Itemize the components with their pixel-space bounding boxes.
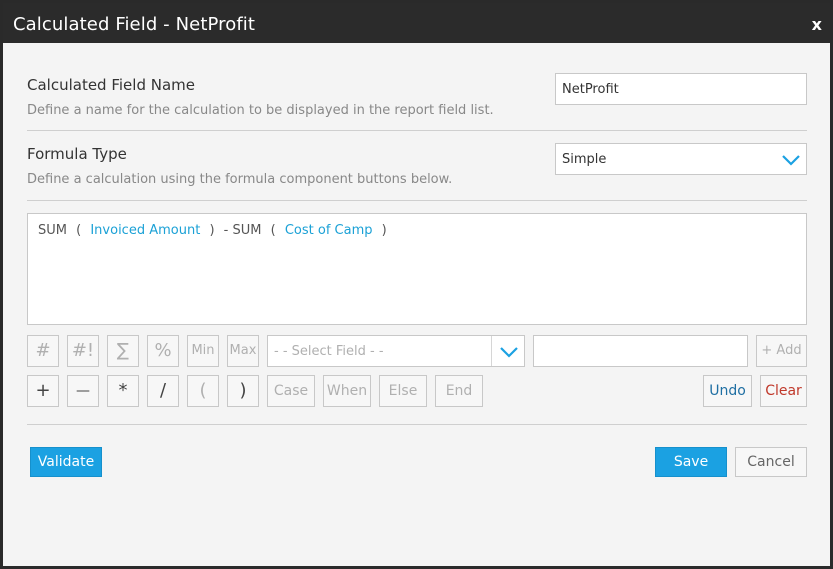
multiply-button[interactable]: * [107,375,139,407]
divider [27,424,807,425]
max-button[interactable]: Max [227,335,259,367]
formula-type-description: Define a calculation using the formula c… [27,172,453,187]
clear-button[interactable]: Clear [760,375,807,407]
formula-type-label: Formula Type [27,145,127,163]
else-button[interactable]: Else [379,375,427,407]
divide-button[interactable]: / [147,375,179,407]
formula-token-field[interactable]: Invoiced Amount [90,223,200,238]
divider [27,130,807,131]
end-button[interactable]: End [435,375,483,407]
open-paren-button[interactable]: ( [187,375,219,407]
formula-token-paren: ( [270,223,276,238]
chevron-down-icon [500,347,518,358]
formula-token-paren: ( [76,223,82,238]
minus-button[interactable]: — [67,375,99,407]
formula-editor[interactable]: SUM ( Invoiced Amount ) - SUM ( Cost of … [27,213,807,325]
min-button[interactable]: Min [187,335,219,367]
field-name-label: Calculated Field Name [27,76,195,94]
field-select[interactable]: - - Select Field - - [267,335,525,367]
number-bang-button[interactable]: #! [67,335,99,367]
case-button[interactable]: Case [267,375,315,407]
field-name-input[interactable] [555,73,807,105]
field-name-description: Define a name for the calculation to be … [27,103,494,118]
close-button[interactable]: x [812,15,822,34]
value-input[interactable] [533,335,748,367]
dialog-title: Calculated Field - NetProfit [13,14,256,35]
formula-token-field[interactable]: Cost of Camp [285,223,373,238]
cancel-button[interactable]: Cancel [735,447,807,477]
formula-expression: SUM ( Invoiced Amount ) - SUM ( Cost of … [38,223,392,238]
formula-token-func: SUM [38,223,67,238]
when-button[interactable]: When [323,375,371,407]
calculated-field-dialog: Calculated Field - NetProfit x Calculate… [0,0,833,569]
dialog-titlebar: Calculated Field - NetProfit x [3,3,830,43]
percent-button[interactable]: % [147,335,179,367]
validate-button[interactable]: Validate [30,447,102,477]
close-paren-button[interactable]: ) [227,375,259,407]
formula-token-paren: ) [209,223,215,238]
divider [27,200,807,201]
select-divider [491,336,492,366]
formula-token-func: - SUM [223,223,262,238]
dialog-content: Calculated Field Name Define a name for … [3,43,830,566]
formula-token-paren: ) [381,223,387,238]
chevron-down-icon [782,155,800,166]
number-button[interactable]: # [27,335,59,367]
save-button[interactable]: Save [655,447,727,477]
sum-button[interactable]: ∑ [107,335,139,367]
add-button[interactable]: + Add [756,335,807,367]
plus-button[interactable]: + [27,375,59,407]
field-select-placeholder: - - Select Field - - [274,344,384,359]
formula-type-selected: Simple [562,152,607,167]
undo-button[interactable]: Undo [703,375,752,407]
formula-type-select[interactable]: Simple [555,143,807,175]
